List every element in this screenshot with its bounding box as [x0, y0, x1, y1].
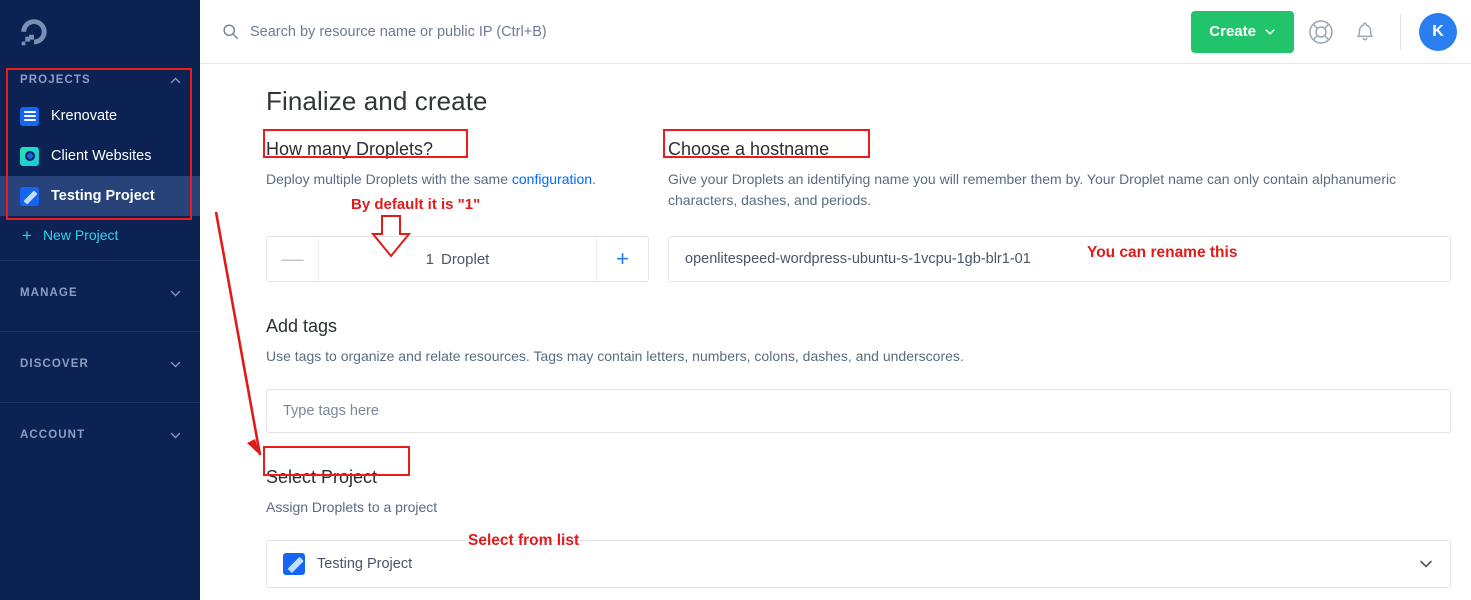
pencil-icon — [283, 553, 305, 575]
top-header: Create — [200, 0, 1471, 64]
create-label: Create — [1209, 23, 1256, 40]
search-container[interactable] — [222, 23, 1181, 40]
new-project-button[interactable]: + New Project — [0, 216, 200, 254]
sidebar-section-projects[interactable]: PROJECTS — [0, 64, 200, 96]
hostname-section-desc: Give your Droplets an identifying name y… — [668, 171, 1397, 208]
project-section-desc: Assign Droplets to a project — [266, 499, 438, 515]
project-selected-label: Testing Project — [317, 556, 413, 572]
sidebar-item-testing-project[interactable]: Testing Project — [0, 176, 200, 216]
new-project-label: New Project — [42, 227, 119, 243]
header-divider — [1400, 13, 1401, 50]
annotation-select-from-list: Select from list — [468, 532, 580, 549]
account-label: ACCOUNT — [20, 429, 86, 441]
droplet-count-stepper[interactable]: — 1 Droplet + — [266, 236, 649, 282]
sidebar-item-label: Testing Project — [51, 188, 155, 204]
notifications-button[interactable] — [1348, 15, 1382, 49]
project-section-title: Select Project — [266, 467, 378, 487]
project-section: Select Project Assign Droplets to a proj… — [266, 467, 1451, 588]
lifering-icon — [1309, 19, 1333, 44]
digitalocean-logo-icon — [21, 19, 47, 46]
droplets-section-desc: Deploy multiple Droplets with the same c… — [266, 169, 668, 190]
sidebar-section-manage[interactable]: MANAGE — [0, 261, 200, 325]
bell-icon — [1357, 22, 1373, 40]
configuration-link[interactable]: configuration — [512, 171, 592, 187]
logo-container[interactable] — [0, 0, 200, 64]
hostname-section: Choose a hostname Give your Droplets an … — [668, 139, 1451, 282]
sidebar-item-krenovate[interactable]: Krenovate — [0, 96, 200, 136]
app-root: PROJECTS Krenovate Client Websites Testi… — [0, 0, 1471, 600]
annotation-rename-this: You can rename this — [1087, 244, 1238, 261]
sidebar-item-label: Krenovate — [51, 108, 118, 124]
pencil-icon — [20, 186, 39, 206]
chevron-down-icon — [170, 432, 181, 438]
chevron-up-icon — [170, 77, 181, 83]
page-title: Finalize and create — [266, 86, 488, 116]
tags-field-wrapper[interactable] — [266, 389, 1451, 433]
discover-label: DISCOVER — [20, 358, 89, 370]
tags-section: Add tags Use tags to organize and relate… — [266, 316, 1451, 433]
droplet-count-number: 1 — [425, 250, 434, 268]
tags-section-title: Add tags — [266, 316, 338, 336]
chevron-down-icon — [1420, 560, 1432, 568]
manage-label: MANAGE — [20, 287, 78, 299]
hostname-field-wrapper[interactable] — [668, 236, 1451, 282]
create-button[interactable]: Create — [1191, 10, 1294, 53]
projects-header-label: PROJECTS — [20, 74, 91, 86]
help-button[interactable] — [1304, 15, 1338, 49]
sidebar-section-account[interactable]: ACCOUNT — [0, 403, 200, 467]
droplets-desc-text: Deploy multiple Droplets with the same — [266, 171, 512, 187]
increment-button[interactable]: + — [596, 237, 648, 281]
tags-section-desc: Use tags to organize and relate resource… — [266, 348, 964, 364]
sidebar-item-client-websites[interactable]: Client Websites — [0, 136, 200, 176]
sidebar-section-discover[interactable]: DISCOVER — [0, 332, 200, 396]
sidebar: PROJECTS Krenovate Client Websites Testi… — [0, 0, 200, 600]
search-icon — [223, 24, 238, 39]
project-select-dropdown[interactable]: Testing Project — [266, 540, 1451, 588]
droplets-section-title: How many Droplets? — [266, 139, 434, 159]
sidebar-item-label: Client Websites — [51, 148, 152, 164]
circle-icon — [20, 146, 39, 166]
search-input[interactable] — [250, 23, 770, 40]
chevron-down-icon — [170, 361, 181, 367]
hostname-input[interactable] — [685, 251, 1057, 267]
content-area: Finalize and create How many Droplets? D… — [200, 64, 1471, 588]
decrement-button[interactable]: — — [267, 237, 319, 281]
chevron-down-icon — [170, 290, 181, 296]
avatar-initial: K — [1432, 22, 1444, 40]
droplet-count-unit: Droplet — [440, 250, 490, 268]
annotation-default-one: By default it is "1" — [351, 196, 481, 213]
main-area: Create — [200, 0, 1471, 600]
list-icon — [20, 106, 39, 126]
tags-input[interactable] — [283, 403, 1434, 419]
avatar[interactable]: K — [1419, 12, 1457, 51]
droplets-desc-period: . — [592, 171, 596, 187]
chevron-down-icon — [1265, 28, 1275, 35]
hostname-section-title: Choose a hostname — [668, 139, 830, 159]
plus-icon: + — [22, 225, 32, 245]
droplet-count-value: 1 Droplet — [319, 237, 596, 281]
